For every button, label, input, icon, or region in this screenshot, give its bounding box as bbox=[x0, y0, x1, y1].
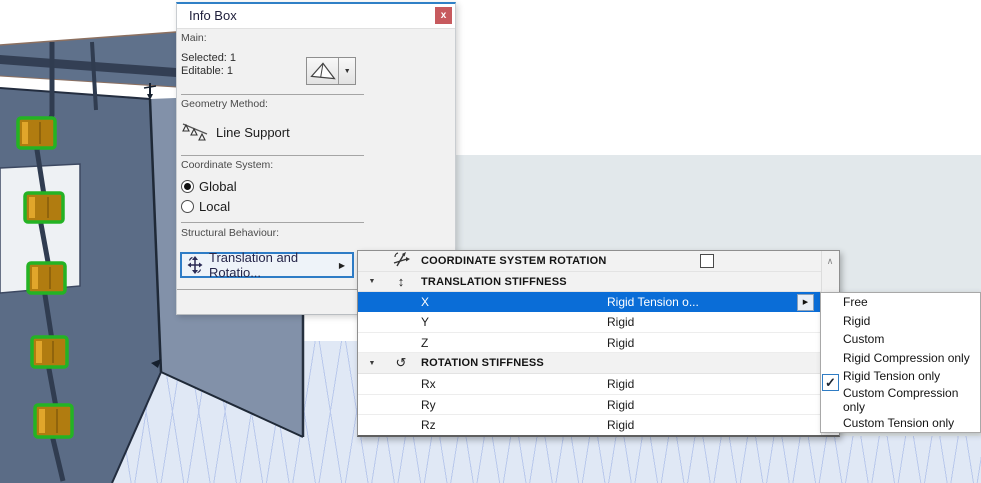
menu-item-custom[interactable]: Custom bbox=[821, 330, 980, 349]
coordinate-rotation-checkbox[interactable] bbox=[700, 254, 714, 268]
support-box[interactable] bbox=[25, 193, 63, 222]
row-value: Rigid bbox=[607, 398, 634, 412]
background-white-area bbox=[455, 0, 981, 155]
scroll-up-icon[interactable]: ∧ bbox=[825, 256, 835, 267]
collapse-arrow-icon[interactable]: ▼ bbox=[364, 278, 380, 285]
row-label: Y bbox=[421, 315, 429, 329]
translation-icon: ↕ bbox=[388, 274, 414, 289]
divider bbox=[177, 289, 357, 290]
row-value: Rigid bbox=[607, 315, 634, 329]
row-value: Rigid Tension o... bbox=[607, 295, 699, 309]
table-row-x[interactable]: X Rigid Tension o... ▶ bbox=[358, 292, 822, 312]
table-row-coordinate-system-rotation[interactable]: COORDINATE SYSTEM ROTATION bbox=[358, 251, 822, 272]
support-box[interactable] bbox=[18, 118, 55, 148]
table-row-y[interactable]: Y Rigid bbox=[358, 312, 822, 333]
row-label: TRANSLATION STIFFNESS bbox=[421, 276, 567, 288]
info-box-titlebar[interactable]: Info Box x bbox=[177, 4, 455, 29]
pyramid-icon bbox=[307, 58, 338, 84]
collapse-arrow-icon[interactable]: ▼ bbox=[364, 360, 380, 367]
selected-count: Selected: 1 bbox=[181, 52, 236, 64]
radio-local[interactable] bbox=[181, 200, 194, 213]
radio-global[interactable] bbox=[181, 180, 194, 193]
editable-count: Editable: 1 bbox=[181, 65, 233, 77]
row-label: X bbox=[421, 295, 429, 309]
submenu-arrow-icon: ▶ bbox=[339, 261, 345, 270]
row-value: Rigid bbox=[607, 418, 634, 432]
row-value: Rigid bbox=[607, 336, 634, 350]
geometry-method-label: Geometry Method: bbox=[181, 98, 268, 110]
table-row-ry[interactable]: Ry Rigid bbox=[358, 395, 822, 416]
stiffness-context-menu: Free Rigid Custom Rigid Compression only… bbox=[820, 292, 981, 433]
translation-rotation-icon bbox=[187, 256, 203, 274]
radio-global-label[interactable]: Global bbox=[199, 179, 237, 194]
open-submenu-button[interactable]: ▶ bbox=[797, 294, 814, 311]
element-type-button[interactable]: ▼ bbox=[306, 57, 356, 85]
table-row-rx[interactable]: Rx Rigid bbox=[358, 374, 822, 395]
menu-item-rigid-tension-only[interactable]: Rigid Tension only bbox=[821, 367, 980, 386]
support-box[interactable] bbox=[35, 405, 72, 437]
divider bbox=[181, 222, 364, 223]
stiffness-rows: COORDINATE SYSTEM ROTATION ▼ ↕ TRANSLATI… bbox=[358, 251, 822, 435]
chevron-down-icon[interactable]: ▼ bbox=[338, 58, 355, 84]
menu-item-rigid[interactable]: Rigid bbox=[821, 312, 980, 331]
divider bbox=[181, 155, 364, 156]
radio-local-label[interactable]: Local bbox=[199, 199, 230, 214]
table-row-rz[interactable]: Rz Rigid bbox=[358, 415, 822, 435]
row-label: Z bbox=[421, 336, 428, 350]
table-row-z[interactable]: Z Rigid bbox=[358, 333, 822, 354]
support-box[interactable] bbox=[28, 263, 65, 293]
geometry-method-value: Line Support bbox=[216, 125, 290, 140]
menu-item-rigid-compression-only[interactable]: Rigid Compression only bbox=[821, 349, 980, 368]
table-row-rotation-stiffness[interactable]: ▼ ↺ ROTATION STIFFNESS bbox=[358, 353, 822, 374]
menu-item-custom-tension-only[interactable]: Custom Tension only bbox=[821, 414, 980, 433]
row-label: Rx bbox=[421, 377, 436, 391]
structural-behaviour-dropdown[interactable]: Translation and Rotatio... ▶ bbox=[180, 252, 354, 278]
row-value: Rigid bbox=[607, 377, 634, 391]
row-label: Ry bbox=[421, 398, 436, 412]
support-box[interactable] bbox=[32, 337, 67, 367]
rotation-icon: ↺ bbox=[388, 355, 414, 371]
checkmark-icon: ✓ bbox=[822, 374, 839, 391]
main-section-label: Main: bbox=[181, 32, 207, 44]
divider bbox=[181, 94, 364, 95]
structural-behaviour-popup: COORDINATE SYSTEM ROTATION ▼ ↕ TRANSLATI… bbox=[357, 250, 840, 437]
coordinate-system-label: Coordinate System: bbox=[181, 159, 273, 171]
application-window: Info Box x Main: Selected: 1 Editable: 1… bbox=[0, 0, 981, 483]
structural-behaviour-label: Structural Behaviour: bbox=[181, 227, 279, 239]
coordinate-rotation-icon bbox=[388, 251, 414, 270]
row-label: COORDINATE SYSTEM ROTATION bbox=[421, 255, 606, 267]
geometry-method-value-row[interactable]: Line Support bbox=[180, 116, 290, 149]
line-support-icon bbox=[180, 116, 210, 149]
row-label: Rz bbox=[421, 418, 436, 432]
menu-item-custom-compression-only[interactable]: Custom Compression only bbox=[821, 386, 980, 414]
palette-title: Info Box bbox=[189, 8, 237, 23]
menu-item-free[interactable]: Free bbox=[821, 293, 980, 312]
structural-behaviour-value: Translation and Rotatio... bbox=[209, 250, 339, 280]
close-button[interactable]: x bbox=[435, 7, 452, 24]
row-label: ROTATION STIFFNESS bbox=[421, 357, 544, 369]
table-row-translation-stiffness[interactable]: ▼ ↕ TRANSLATION STIFFNESS bbox=[358, 272, 822, 293]
